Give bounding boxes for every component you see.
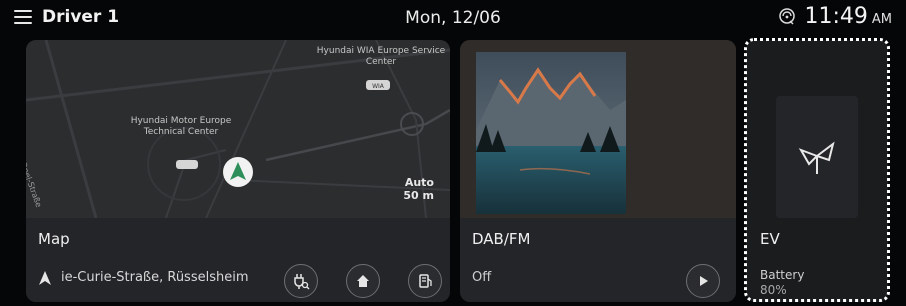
map-title: Map — [38, 230, 70, 248]
ev-title: EV — [760, 230, 780, 248]
current-street: ie-Curie-Straße, Rüsselsheim — [38, 270, 281, 285]
home-screen: Driver 1 Mon, 12/06 11:49 AM WIA Hyundai… — [0, 0, 906, 306]
media-widget[interactable]: DAB/FM Off — [460, 40, 736, 302]
map-info-bar: Map ie-Curie-Straße, Rüsselsheim — [26, 218, 450, 302]
home-button[interactable] — [346, 264, 380, 298]
street-name: ie-Curie-Straße, Rüsselsheim — [61, 270, 249, 285]
media-status: Off — [472, 270, 492, 285]
date-display: Mon, 12/06 — [405, 8, 501, 28]
poi-label-wia: Hyundai WIA Europe Service Center — [316, 46, 446, 67]
media-info-bar: DAB/FM Off — [460, 218, 736, 302]
ev-illustration — [776, 96, 858, 218]
battery-label: Battery — [760, 268, 805, 282]
home-icon — [357, 275, 369, 287]
play-button[interactable] — [686, 264, 720, 298]
navigation-arrow-icon — [39, 270, 51, 285]
map-widget[interactable]: WIA Hyundai WIA Europe Service Center Hy… — [26, 40, 450, 302]
zoom-indicator: Auto 50 m — [403, 176, 434, 202]
ev-charger-search-icon — [294, 274, 310, 290]
fuel-station-button[interactable] — [408, 264, 442, 298]
ev-widget[interactable]: EV Battery 80% — [746, 40, 888, 302]
leaf-plant-icon — [798, 141, 835, 174]
clock: 11:49 AM — [778, 4, 892, 29]
status-bar: Driver 1 Mon, 12/06 11:49 AM — [0, 0, 906, 36]
charging-station-button[interactable] — [284, 264, 318, 298]
time: 11:49 — [804, 4, 868, 29]
ev-panel: EV Battery 80% — [746, 40, 888, 302]
svg-text:WIA: WIA — [372, 83, 385, 90]
play-icon — [700, 276, 708, 286]
album-art — [460, 40, 736, 218]
battery-value: 80% — [760, 283, 787, 297]
fuel-station-icon — [419, 274, 432, 288]
media-title: DAB/FM — [472, 230, 531, 248]
zoom-distance: 50 m — [403, 189, 434, 202]
connectivity-icon — [779, 8, 796, 25]
time-period: AM — [871, 12, 892, 27]
poi-label-hyundai-motor: Hyundai Motor Europe Technical Center — [130, 116, 232, 137]
zoom-mode: Auto — [404, 176, 434, 189]
